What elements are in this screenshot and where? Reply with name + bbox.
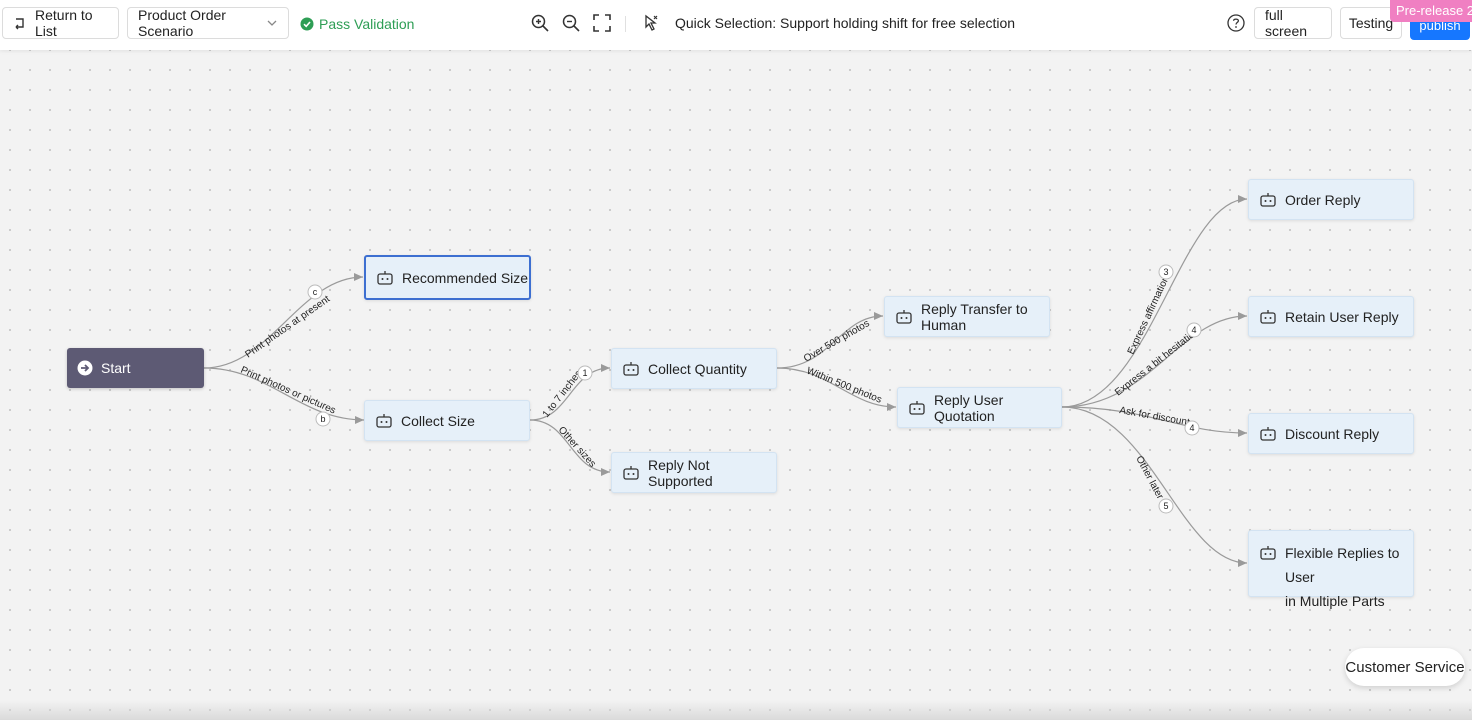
customer-service-button[interactable]: Customer Service bbox=[1345, 648, 1465, 686]
edge-label-quantity-transfer: Over 500 photos bbox=[802, 318, 872, 364]
edge-badge-start-recommended: c bbox=[307, 284, 323, 300]
node-retain-user-reply[interactable]: Retain User Reply bbox=[1248, 296, 1414, 337]
node-label-line-1: Flexible Replies to User bbox=[1285, 545, 1400, 585]
edge-label-start-recommended: Print photos at present bbox=[243, 294, 332, 361]
node-recommended-size[interactable]: Recommended Size bbox=[364, 255, 531, 300]
quick-selection-hint: Quick Selection: Support holding shift f… bbox=[675, 15, 1016, 31]
svg-text:1: 1 bbox=[582, 368, 587, 378]
node-order-reply[interactable]: Order Reply bbox=[1248, 179, 1414, 220]
bot-icon bbox=[622, 360, 640, 378]
node-collect-size[interactable]: Collect Size bbox=[364, 400, 530, 441]
validation-status-label: Pass Validation bbox=[319, 16, 415, 32]
bot-icon bbox=[908, 399, 926, 417]
start-node-label: Start bbox=[101, 360, 131, 376]
edge-label-start-collect-size: Print photos or pictures bbox=[239, 365, 337, 417]
quick-select-icon[interactable] bbox=[640, 12, 662, 34]
edge-label-quotation-order: Express affirmation bbox=[1126, 274, 1172, 356]
node-label: Reply Not Supported bbox=[648, 456, 713, 489]
scenario-select[interactable]: Product Order Scenario bbox=[127, 7, 289, 39]
bot-icon bbox=[895, 308, 913, 326]
svg-text:c: c bbox=[313, 287, 318, 297]
node-reply-user-quotation[interactable]: Reply User Quotation bbox=[897, 387, 1062, 428]
node-label: Flexible Replies to User in Multiple Par… bbox=[1285, 541, 1413, 613]
edge-label-size-quantity: 1 to 7 inches bbox=[541, 368, 585, 419]
edge-label-quotation-discount: Ask for discount bbox=[1118, 405, 1190, 428]
node-label: Collect Size bbox=[401, 412, 475, 429]
bot-icon bbox=[1259, 425, 1277, 443]
bot-icon bbox=[375, 412, 393, 430]
bot-icon bbox=[622, 464, 640, 482]
node-label: Collect Quantity bbox=[648, 360, 747, 377]
node-reply-not-supported[interactable]: Reply Not Supported bbox=[611, 452, 777, 493]
svg-text:b: b bbox=[320, 414, 325, 424]
full-screen-button[interactable]: full screen bbox=[1254, 7, 1332, 39]
node-reply-transfer-to-human[interactable]: Reply Transfer to Human bbox=[884, 296, 1050, 337]
fit-screen-icon[interactable] bbox=[591, 12, 613, 34]
chevron-down-icon bbox=[266, 17, 278, 29]
node-label: Discount Reply bbox=[1285, 425, 1380, 442]
zoom-in-icon[interactable] bbox=[529, 12, 551, 34]
edge-badge-size-quantity: 1 bbox=[577, 365, 593, 381]
node-label-line-2: in Multiple Parts bbox=[1285, 593, 1385, 609]
return-icon bbox=[13, 16, 27, 30]
edge-label-size-not-supported: Other sizes bbox=[556, 425, 598, 470]
edge-badge-start-collect-size: b bbox=[315, 411, 331, 427]
top-toolbar: Return to List Product Order Scenario Pa… bbox=[0, 0, 1472, 50]
edge-badge-quotation-flexible: 5 bbox=[1158, 498, 1174, 514]
start-node[interactable]: Start bbox=[67, 348, 204, 388]
zoom-out-icon[interactable] bbox=[560, 12, 582, 34]
edge-badge-quotation-discount: 4 bbox=[1184, 420, 1200, 436]
prerelease-tag: Pre-release 2 D bbox=[1390, 0, 1472, 22]
node-discount-reply[interactable]: Discount Reply bbox=[1248, 413, 1414, 454]
node-label: Recommended Size bbox=[402, 269, 529, 286]
scenario-select-value: Product Order Scenario bbox=[138, 7, 226, 39]
check-circle-icon bbox=[300, 17, 314, 31]
bot-icon bbox=[376, 269, 394, 287]
node-label: Order Reply bbox=[1285, 191, 1361, 208]
svg-text:5: 5 bbox=[1163, 501, 1168, 511]
help-icon[interactable] bbox=[1225, 12, 1247, 34]
node-flexible-replies[interactable]: Flexible Replies to User in Multiple Par… bbox=[1248, 530, 1414, 609]
canvas-bottom-shade bbox=[0, 700, 1472, 720]
return-to-list-label: Return to List bbox=[35, 7, 93, 39]
return-to-list-button[interactable]: Return to List bbox=[2, 7, 119, 39]
svg-text:3: 3 bbox=[1163, 267, 1168, 277]
bot-icon bbox=[1259, 308, 1277, 326]
edge-label-quotation-flexible: Other later bbox=[1133, 454, 1165, 501]
toolbar-divider bbox=[625, 16, 626, 32]
bot-icon bbox=[1259, 544, 1277, 562]
edge-badge-quotation-retain: 4 bbox=[1186, 322, 1202, 338]
edge-badge-quotation-order: 3 bbox=[1158, 264, 1174, 280]
edge-label-quotation-retain: Express a bit hesitation bbox=[1113, 326, 1201, 398]
edge-label-quantity-quotation: Within 500 photos bbox=[805, 366, 883, 406]
svg-text:4: 4 bbox=[1189, 423, 1194, 433]
start-arrow-icon bbox=[77, 360, 93, 376]
node-collect-quantity[interactable]: Collect Quantity bbox=[611, 348, 777, 389]
bot-icon bbox=[1259, 191, 1277, 209]
node-label: Reply Transfer to Human bbox=[921, 300, 1028, 333]
svg-text:4: 4 bbox=[1191, 325, 1196, 335]
node-label: Retain User Reply bbox=[1285, 308, 1399, 325]
validation-status: Pass Validation bbox=[300, 16, 414, 32]
node-label: Reply User Quotation bbox=[934, 391, 1004, 424]
